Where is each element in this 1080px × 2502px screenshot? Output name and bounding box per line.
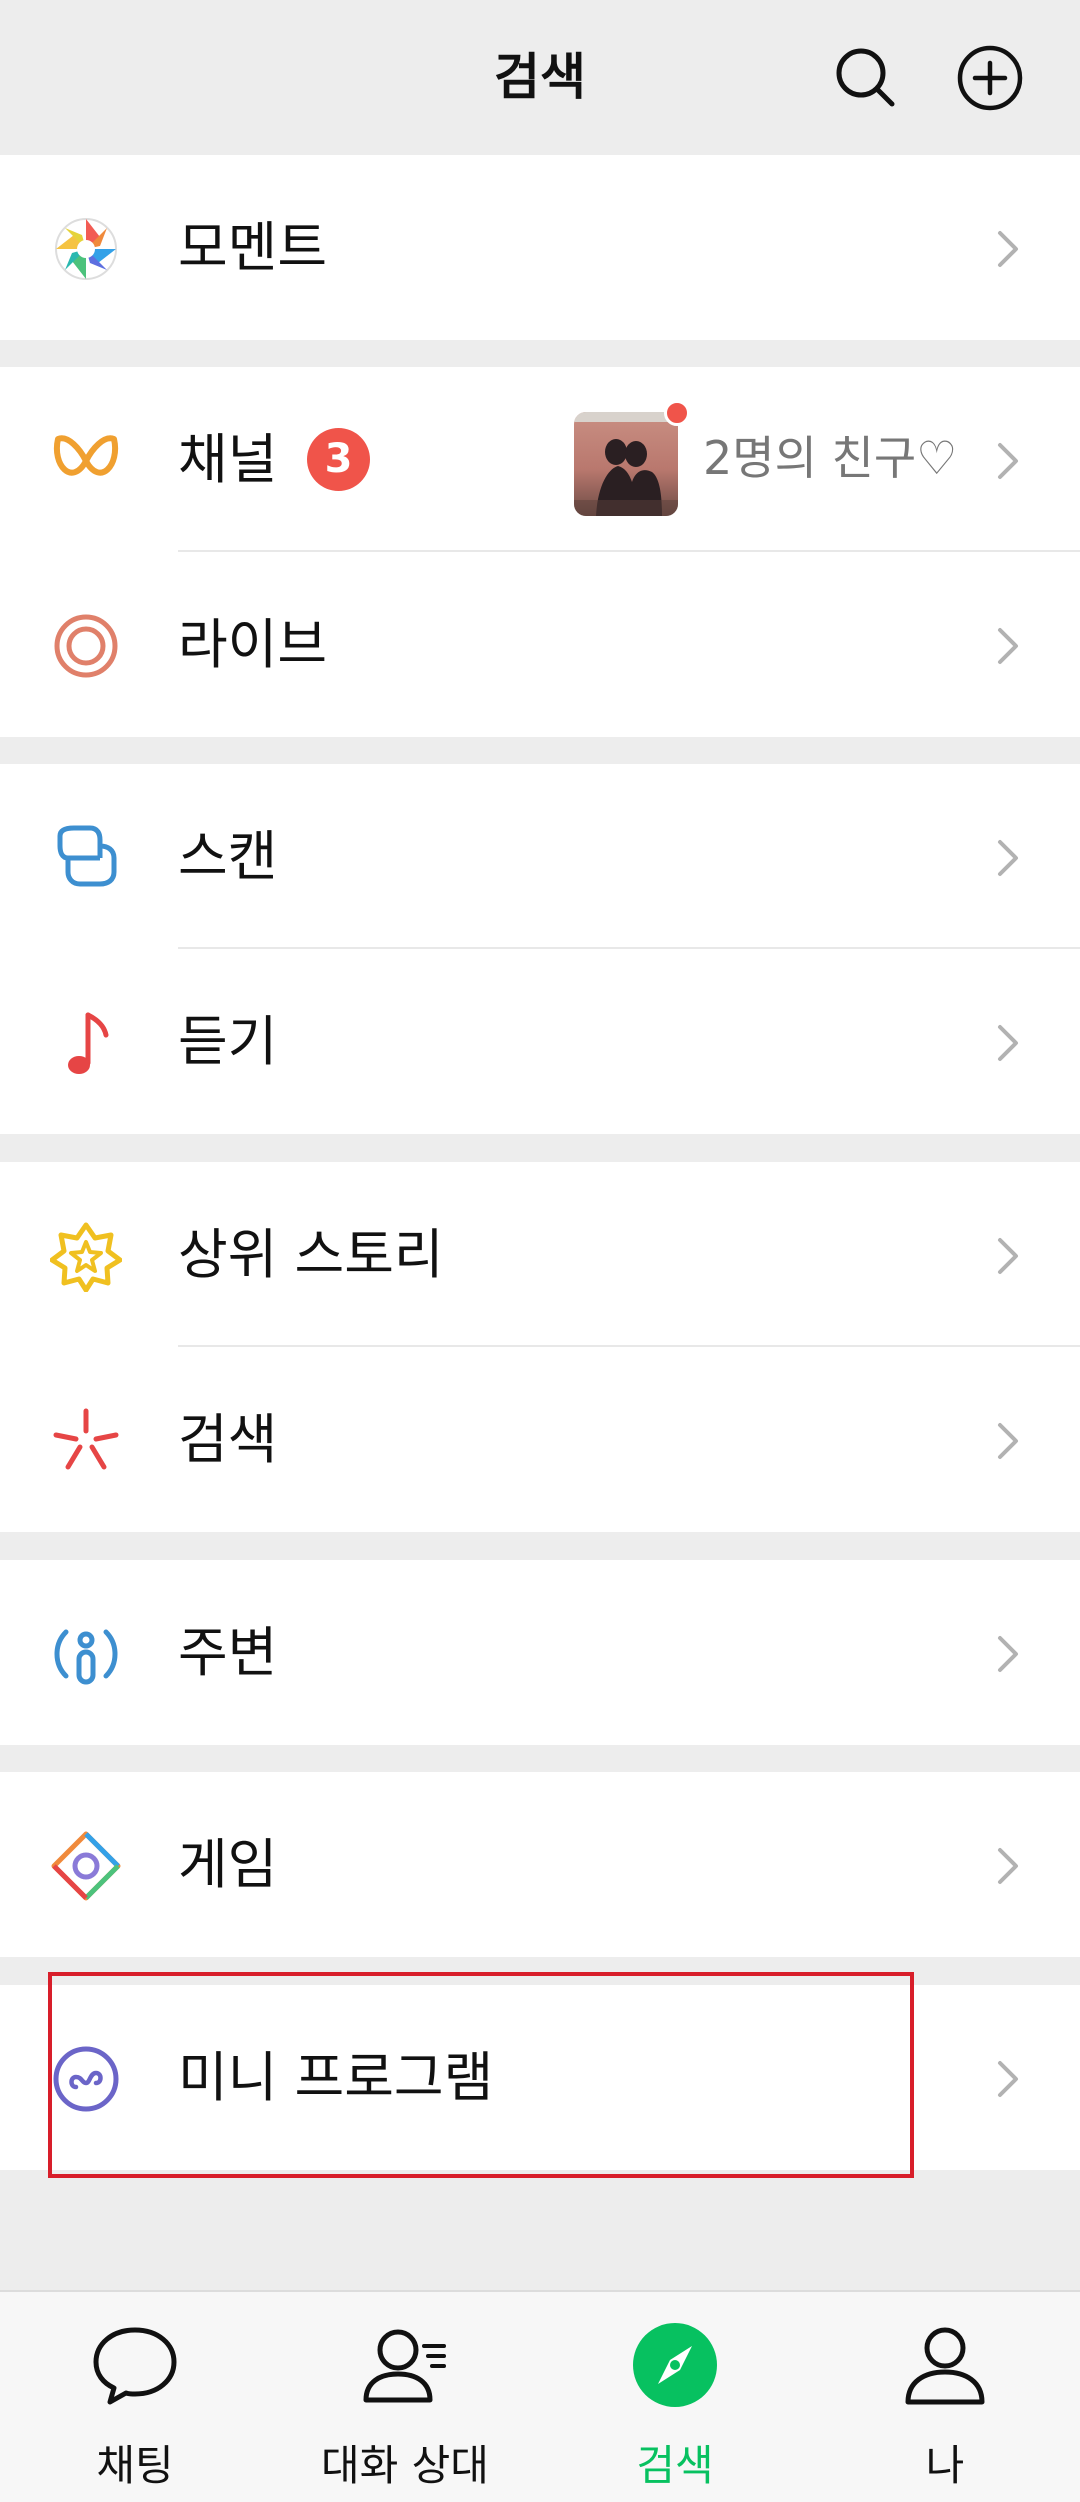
nearby-label: 주변 — [178, 1621, 278, 1684]
top-bar: 검색 — [0, 0, 1080, 155]
menu-item-scan[interactable]: 스캔 — [0, 764, 1080, 949]
channel-friends-text: 2명의 친구♡ — [703, 431, 958, 485]
chevron-right-icon — [998, 1848, 1018, 1884]
search-spark-icon — [53, 1408, 119, 1470]
music-note-icon — [68, 1012, 109, 1074]
chat-bubble-icon — [93, 2327, 177, 2405]
compass-icon — [633, 2323, 717, 2407]
chevron-right-icon — [998, 840, 1018, 876]
page-title: 검색 — [494, 48, 586, 106]
nearby-icon — [54, 1629, 118, 1685]
game-icon — [51, 1831, 121, 1901]
unread-dot — [664, 400, 690, 426]
group-stories-search: 상위 스토리 검색 — [0, 1162, 1080, 1532]
tab-contacts[interactable]: 대화 상대 — [270, 2292, 540, 2502]
live-icon — [54, 614, 118, 678]
menu-item-search[interactable]: 검색 — [0, 1347, 1080, 1532]
moments-label: 모멘트 — [178, 216, 328, 279]
channel-thumbnail — [574, 412, 678, 516]
chevron-right-icon — [998, 231, 1018, 267]
games-label: 게임 — [178, 1833, 278, 1896]
group-moments: 모멘트 — [0, 155, 1080, 340]
top-stories-icon — [50, 1222, 122, 1292]
listen-label: 듣기 — [178, 1010, 278, 1073]
chevron-right-icon — [998, 2061, 1018, 2097]
tab-me-label: 나 — [925, 2441, 965, 2490]
menu-item-nearby[interactable]: 주변 — [0, 1560, 1080, 1745]
tab-discover-label: 검색 — [636, 2441, 714, 2490]
menu-item-listen[interactable]: 듣기 — [0, 949, 1080, 1134]
couple-silhouette-image — [574, 412, 678, 516]
search-button[interactable] — [826, 38, 906, 118]
chevron-right-icon — [998, 1636, 1018, 1672]
channels-label: 채널 — [178, 428, 278, 491]
channels-icon — [53, 435, 119, 476]
search-icon — [836, 48, 895, 107]
notification-badge: 3 — [307, 428, 370, 491]
chevron-right-icon — [998, 443, 1018, 479]
chevron-right-icon — [998, 1238, 1018, 1274]
person-icon — [905, 2327, 985, 2405]
scan-label: 스캔 — [178, 825, 278, 888]
plus-circle-icon — [957, 45, 1023, 111]
menu-item-live[interactable]: 라이브 — [0, 552, 1080, 737]
contacts-icon — [363, 2329, 446, 2403]
menu-item-games[interactable]: 게임 — [0, 1772, 1080, 1957]
chevron-right-icon — [998, 1423, 1018, 1459]
menu-item-moments[interactable]: 모멘트 — [0, 155, 1080, 340]
aperture-icon — [55, 218, 117, 280]
top-stories-label: 상위 스토리 — [178, 1223, 444, 1286]
highlight-box — [48, 1972, 914, 2178]
chevron-right-icon — [998, 628, 1018, 664]
bottom-tab-bar: 채팅 대화 상대 검색 나 — [0, 2290, 1080, 2502]
group-nearby: 주변 — [0, 1560, 1080, 1745]
menu-item-top-stories[interactable]: 상위 스토리 — [0, 1162, 1080, 1347]
tab-contacts-label: 대화 상대 — [321, 2441, 489, 2490]
live-label: 라이브 — [178, 613, 328, 676]
scan-icon — [57, 825, 117, 887]
tab-me[interactable]: 나 — [810, 2292, 1080, 2502]
group-games: 게임 — [0, 1772, 1080, 1957]
tab-discover[interactable]: 검색 — [540, 2292, 810, 2502]
add-button[interactable] — [950, 38, 1030, 118]
search-label: 검색 — [178, 1408, 278, 1471]
tab-chats-label: 채팅 — [96, 2441, 174, 2490]
group-scan-listen: 스캔 듣기 — [0, 764, 1080, 1134]
chevron-right-icon — [998, 1025, 1018, 1061]
tab-chats[interactable]: 채팅 — [0, 2292, 270, 2502]
